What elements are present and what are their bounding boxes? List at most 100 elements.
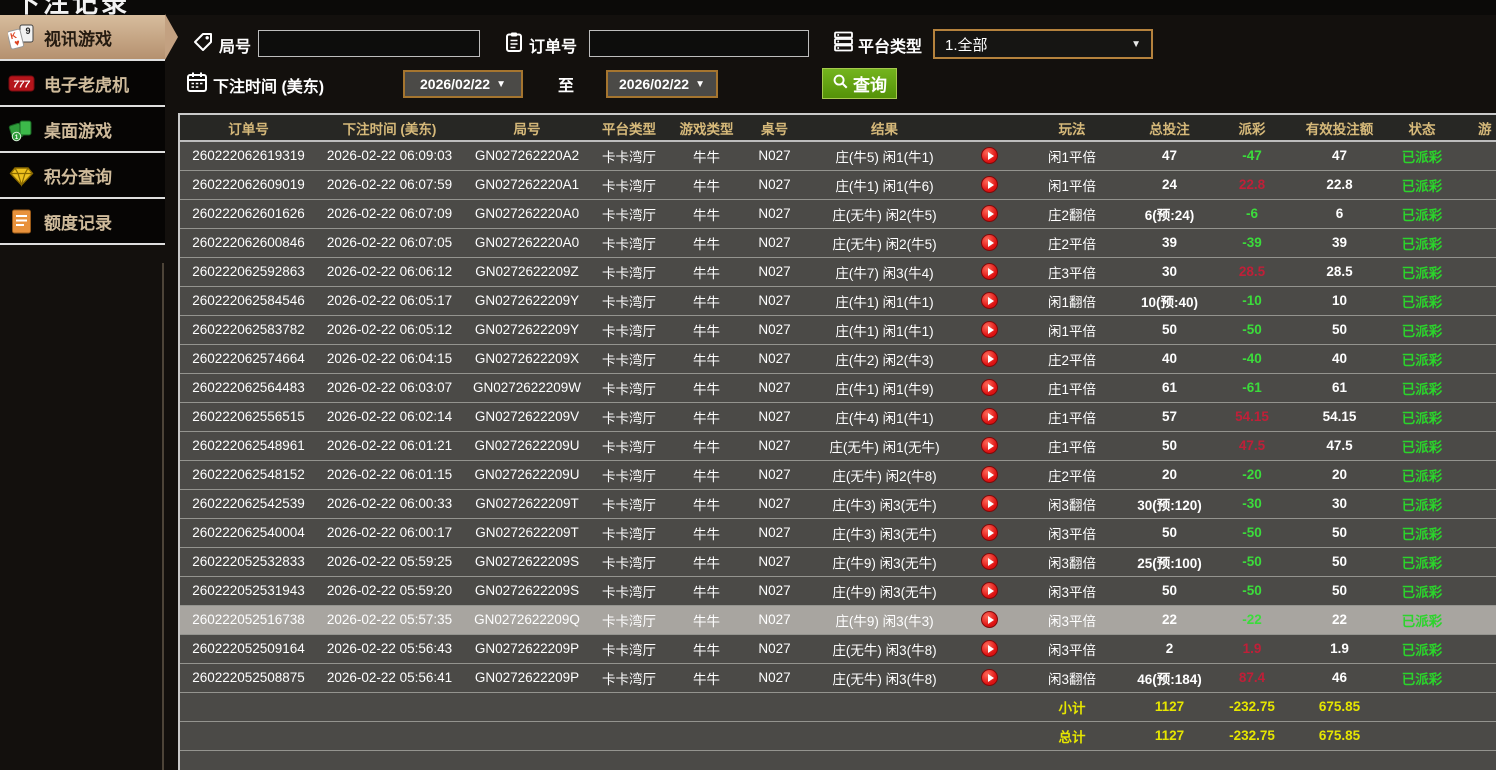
table-row[interactable]: 2602220625565152026-02-22 06:02:14GN0272… xyxy=(180,402,1496,431)
table-row[interactable]: 2602220625489612026-02-22 06:01:21GN0272… xyxy=(180,431,1496,460)
cell-play-method: 庄1平倍 xyxy=(1012,431,1132,460)
replay-play-icon[interactable] xyxy=(981,408,998,425)
play-triangle xyxy=(988,181,994,189)
col-replay xyxy=(967,115,1012,141)
sidebar-item-slot-777[interactable]: 777电子老虎机 xyxy=(0,61,165,107)
table-row[interactable]: 2602220625400042026-02-22 06:00:17GN0272… xyxy=(180,518,1496,547)
subtotal-row: 小计1127-232.75675.85 xyxy=(180,692,1496,721)
sidebar-item-table-games[interactable]: 1桌面游戏 xyxy=(0,107,165,153)
cell-table-no: N027 xyxy=(747,141,802,170)
cell-round-no: GN0272622209Q xyxy=(462,605,592,634)
query-button[interactable]: 查询 xyxy=(822,68,897,99)
total-label: 总计 xyxy=(1012,721,1132,750)
table-row[interactable]: 2602220626090192026-02-22 06:07:59GN0272… xyxy=(180,170,1496,199)
round-no-input[interactable] xyxy=(258,30,480,57)
cell-status: 已派彩 xyxy=(1382,460,1462,489)
replay-play-icon[interactable] xyxy=(981,176,998,193)
replay-play-icon[interactable] xyxy=(981,524,998,541)
table-row[interactable]: 2602220525091642026-02-22 05:56:43GN0272… xyxy=(180,634,1496,663)
table-row[interactable]: 2602220625837822026-02-22 06:05:12GN0272… xyxy=(180,315,1496,344)
cell-play-method: 闲1平倍 xyxy=(1012,141,1132,170)
sidebar-item-document[interactable]: 额度记录 xyxy=(0,199,165,245)
table-row[interactable]: 2602220525088752026-02-22 05:56:41GN0272… xyxy=(180,663,1496,692)
chevron-down-icon: ▼ xyxy=(1131,39,1141,50)
table-row[interactable]: 2602220626193192026-02-22 06:09:03GN0272… xyxy=(180,141,1496,170)
platform-type-select[interactable]: 1.全部 ▼ xyxy=(933,29,1153,59)
cell-valid-bet: 22.8 xyxy=(1297,170,1382,199)
cell-platform: 卡卡湾厅 xyxy=(592,170,666,199)
replay-play-icon[interactable] xyxy=(981,350,998,367)
records-table: 订单号 下注时间 (美东) 局号 平台类型 游戏类型 桌号 结果 玩法 总投注 … xyxy=(180,115,1496,751)
play-triangle xyxy=(988,442,994,450)
bet-time-label: 下注时间 (美东) xyxy=(213,73,324,97)
cell-table-no: N027 xyxy=(747,663,802,692)
replay-play-icon[interactable] xyxy=(981,582,998,599)
platform-type-icon xyxy=(832,30,855,58)
gem-icon xyxy=(8,162,35,189)
table-row[interactable]: 2602220525319432026-02-22 05:59:20GN0272… xyxy=(180,576,1496,605)
table-row[interactable]: 2602220626008462026-02-22 06:07:05GN0272… xyxy=(180,228,1496,257)
cell-game-type: 牛牛 xyxy=(666,286,747,315)
total-payout: -232.75 xyxy=(1207,721,1297,750)
cell-game-type: 牛牛 xyxy=(666,170,747,199)
sidebar-item-gem[interactable]: 积分查询 xyxy=(0,153,165,199)
table-row[interactable]: 2602220625928632026-02-22 06:06:12GN0272… xyxy=(180,257,1496,286)
cell-total-bet: 50 xyxy=(1132,576,1207,605)
cell-play-method: 闲3平倍 xyxy=(1012,605,1132,634)
table-row[interactable]: 2602220525167382026-02-22 05:57:35GN0272… xyxy=(180,605,1496,634)
replay-play-icon[interactable] xyxy=(981,292,998,309)
slot-777-icon: 777 xyxy=(8,70,35,97)
svg-text:9: 9 xyxy=(25,26,30,36)
cell-result: 庄(牛7) 闲3(牛4) xyxy=(802,257,967,286)
replay-play-icon[interactable] xyxy=(981,553,998,570)
cell-payout: 54.15 xyxy=(1207,402,1297,431)
cell-game-type: 牛牛 xyxy=(666,576,747,605)
replay-play-icon[interactable] xyxy=(981,495,998,512)
cell-extra xyxy=(1462,547,1496,576)
replay-play-icon[interactable] xyxy=(981,379,998,396)
cell-payout: 47.5 xyxy=(1207,431,1297,460)
replay-play-icon[interactable] xyxy=(981,321,998,338)
cell-replay xyxy=(967,257,1012,286)
cell-bet-time: 2026-02-22 06:07:09 xyxy=(317,199,462,228)
replay-play-icon[interactable] xyxy=(981,669,998,686)
replay-play-icon[interactable] xyxy=(981,611,998,628)
replay-play-icon[interactable] xyxy=(981,263,998,280)
cell-round-no: GN0272622209S xyxy=(462,547,592,576)
cell-play-method: 闲1平倍 xyxy=(1012,170,1132,199)
cell-valid-bet: 22 xyxy=(1297,605,1382,634)
table-row[interactable]: 2602220525328332026-02-22 05:59:25GN0272… xyxy=(180,547,1496,576)
replay-play-icon[interactable] xyxy=(981,205,998,222)
replay-play-icon[interactable] xyxy=(981,234,998,251)
replay-play-icon[interactable] xyxy=(981,466,998,483)
cell-order-no: 260222052508875 xyxy=(180,663,317,692)
cell-bet-time: 2026-02-22 05:56:41 xyxy=(317,663,462,692)
cell-payout: -22 xyxy=(1207,605,1297,634)
table-row[interactable]: 2602220625746642026-02-22 06:04:15GN0272… xyxy=(180,344,1496,373)
cell-empty xyxy=(967,721,1012,750)
cell-platform: 卡卡湾厅 xyxy=(592,547,666,576)
cell-extra xyxy=(1462,663,1496,692)
cell-round-no: GN0272622209U xyxy=(462,431,592,460)
cell-table-no: N027 xyxy=(747,460,802,489)
cell-extra xyxy=(1462,518,1496,547)
replay-play-icon[interactable] xyxy=(981,147,998,164)
table-row[interactable]: 2602220625425392026-02-22 06:00:33GN0272… xyxy=(180,489,1496,518)
cell-order-no: 260222062601626 xyxy=(180,199,317,228)
date-to-picker[interactable]: 2026/02/22 ▼ xyxy=(606,70,718,98)
cell-order-no: 260222062583782 xyxy=(180,315,317,344)
replay-play-icon[interactable] xyxy=(981,437,998,454)
cell-valid-bet: 46 xyxy=(1297,663,1382,692)
betting-records-page: { "page_title": "下注记录", "sidebar": { "it… xyxy=(0,0,1496,770)
replay-play-icon[interactable] xyxy=(981,640,998,657)
play-triangle xyxy=(988,674,994,682)
table-row[interactable]: 2602220625644832026-02-22 06:03:07GN0272… xyxy=(180,373,1496,402)
cell-empty xyxy=(317,692,462,721)
sidebar-item-playing-cards[interactable]: 9K♥视讯游戏 xyxy=(0,15,165,61)
table-row[interactable]: 2602220626016262026-02-22 06:07:09GN0272… xyxy=(180,199,1496,228)
cell-total-bet: 57 xyxy=(1132,402,1207,431)
order-no-input[interactable] xyxy=(589,30,809,57)
table-row[interactable]: 2602220625845462026-02-22 06:05:17GN0272… xyxy=(180,286,1496,315)
date-from-picker[interactable]: 2026/02/22 ▼ xyxy=(403,70,523,98)
table-row[interactable]: 2602220625481522026-02-22 06:01:15GN0272… xyxy=(180,460,1496,489)
